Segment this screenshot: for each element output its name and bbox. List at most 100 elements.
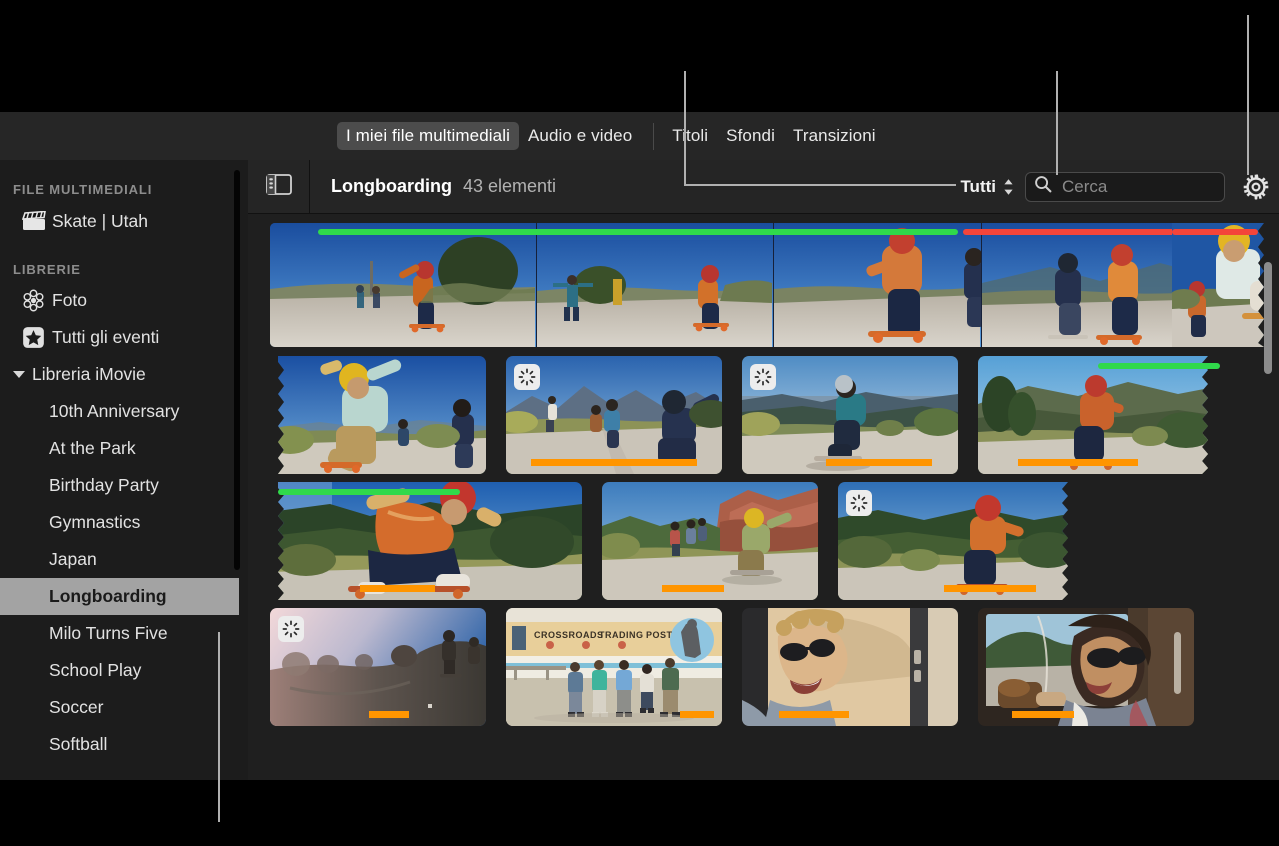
sidebar-item-label: Skate | Utah [52, 211, 148, 231]
clip-crossroads-trading-post-group[interactable]: CROSSROADS TRADING POST [506, 608, 722, 726]
selection-range-bar [680, 711, 714, 718]
callout-filter-horizontal [684, 184, 956, 186]
browser-tabs: I miei file multimediali Audio e video T… [337, 122, 885, 150]
sidebar-item-label: Milo Turns Five [49, 623, 168, 643]
callout-filter-vertical [684, 71, 686, 185]
sidebar-item-label: Soccer [49, 697, 104, 717]
clip-yellow-helmet-rider-carving[interactable] [270, 356, 486, 474]
clip-riders-mountain-road[interactable] [506, 356, 722, 474]
selection-range-bar [531, 459, 697, 466]
media-grid[interactable]: CROSSROADS TRADING POST [248, 215, 1279, 780]
selection-range-bar [369, 711, 409, 718]
rejected-range-bar [963, 229, 1173, 235]
callout-search-line [1056, 71, 1058, 175]
sidebar-item-label: Tutti gli eventi [52, 327, 160, 347]
clip-rider-valley-overlook[interactable] [742, 356, 958, 474]
svg-text:POST: POST [646, 630, 673, 640]
selection-range-bar [1018, 459, 1138, 466]
sidebar-item-japan[interactable]: Japan [0, 541, 248, 578]
clapperboard-icon [22, 211, 52, 232]
search-placeholder: Cerca [1062, 176, 1108, 196]
tab-separator [653, 122, 655, 150]
loading-spinner-icon [514, 364, 540, 390]
chevron-down-icon[interactable] [13, 371, 25, 378]
sidebar-item-skate-utah[interactable]: Skate | Utah [0, 203, 248, 240]
gear-icon[interactable] [1242, 173, 1270, 201]
tab-audio-video[interactable]: Audio e video [519, 122, 641, 150]
selection-range-bar [944, 585, 1036, 592]
sidebar: FILE MULTIMEDIALI Skate | Utah LIBRERIE [0, 160, 248, 780]
clip-thumbnail [270, 223, 1173, 347]
clip-yellow-helmet-rider-crop[interactable] [1172, 223, 1270, 347]
callout-settings-line [1247, 15, 1249, 175]
clip-crouching-rider-orange-shirt[interactable] [270, 482, 582, 600]
tab-my-media[interactable]: I miei file multimediali [337, 122, 519, 150]
clip-thumbnail: CROSSROADS TRADING POST [506, 608, 722, 726]
selection-range-bar [662, 585, 724, 592]
clip-thumbnail [1172, 223, 1270, 347]
clip-thumbnail [742, 608, 958, 726]
browser-tab-strip: I miei file multimediali Audio e video T… [0, 112, 1279, 160]
tab-transitions[interactable]: Transizioni [784, 122, 885, 150]
media-row [270, 223, 1270, 347]
clip-longboard-rider-orange-shirt-1[interactable] [270, 223, 1173, 347]
sidebar-item-longboarding[interactable]: Longboarding [0, 578, 239, 615]
clip-thumbnail [978, 608, 1194, 726]
stepper-updown-icon[interactable] [1003, 178, 1014, 196]
clip-rider-red-helmet-roadside[interactable] [838, 482, 1080, 600]
sidebar-item-label: 10th Anniversary [49, 401, 180, 421]
sidebar-item-gymnastics[interactable]: Gymnastics [0, 504, 248, 541]
sidebar-scrollbar[interactable] [234, 170, 240, 570]
tab-backgrounds[interactable]: Sfondi [717, 122, 784, 150]
sidebar-item-milo-turns-five[interactable]: Milo Turns Five [0, 615, 248, 652]
tab-titles[interactable]: Titoli [663, 122, 717, 150]
favorite-range-bar [318, 229, 958, 235]
search-input[interactable]: Cerca [1025, 171, 1225, 202]
sidebar-item-birthday-party[interactable]: Birthday Party [0, 467, 248, 504]
content-toolbar: Longboarding 43 elementi Tutti Cerca [248, 159, 1279, 214]
imovie-window: I miei file multimediali Audio e video T… [0, 112, 1279, 780]
selection-range-bar [360, 585, 435, 592]
selection-range-bar [779, 711, 849, 718]
search-icon [1034, 175, 1052, 198]
media-row [270, 356, 1270, 474]
sidebar-item-label: Longboarding [49, 586, 167, 606]
sidebar-item-all-events[interactable]: Tutti gli eventi [0, 319, 248, 356]
sidebar-item-photos[interactable]: Foto [0, 282, 248, 319]
clip-man-sunglasses-in-van[interactable] [742, 608, 958, 726]
sidebar-item-softball[interactable]: Softball [0, 726, 248, 763]
loading-spinner-icon [750, 364, 776, 390]
sidebar-item-10th-anniversary[interactable]: 10th Anniversary [0, 393, 248, 430]
selection-range-bar [1012, 711, 1074, 718]
sidebar-item-label: Foto [52, 290, 88, 310]
favorite-range-bar [1098, 363, 1220, 369]
clip-woman-sunglasses-in-van[interactable] [978, 608, 1194, 726]
clip-thumbnail [978, 356, 1220, 474]
content-pane: Longboarding 43 elementi Tutti Cerca CRO… [248, 159, 1279, 780]
media-row [270, 482, 1270, 600]
clip-thumbnail [602, 482, 818, 600]
sidebar-header-media: FILE MULTIMEDIALI [13, 182, 153, 197]
sidebar-item-label: Softball [49, 734, 108, 754]
sidebar-item-soccer[interactable]: Soccer [0, 689, 248, 726]
svg-text:CROSSROADS: CROSSROADS [534, 630, 604, 640]
screenshot-root: I miei file multimediali Audio e video T… [0, 0, 1279, 846]
filter-label[interactable]: Tutti [960, 177, 996, 197]
clip-thumbnail [270, 482, 582, 600]
sidebar-toggle-button[interactable] [248, 159, 310, 214]
sidebar-item-label: Japan [49, 549, 97, 569]
clip-rider-hillside-bend[interactable] [978, 356, 1220, 474]
sidebar-item-school-play[interactable]: School Play [0, 652, 248, 689]
loading-spinner-icon [278, 616, 304, 642]
photos-flower-icon [22, 289, 52, 312]
sidebar-item-label: School Play [49, 660, 142, 680]
sidebar-item-at-the-park[interactable]: At the Park [0, 430, 248, 467]
clip-red-rock-canyon-riders[interactable] [602, 482, 818, 600]
sidebar-header-libraries: LIBRERIE [13, 262, 81, 277]
media-grid-scrollbar[interactable] [1264, 262, 1272, 374]
rejected-range-bar [1172, 229, 1259, 235]
selection-range-bar [826, 459, 932, 466]
callout-event-list-line [218, 632, 220, 822]
sidebar-item-imovie-library[interactable]: Libreria iMovie [0, 356, 248, 393]
clip-sunset-road-silhouette[interactable] [270, 608, 486, 726]
